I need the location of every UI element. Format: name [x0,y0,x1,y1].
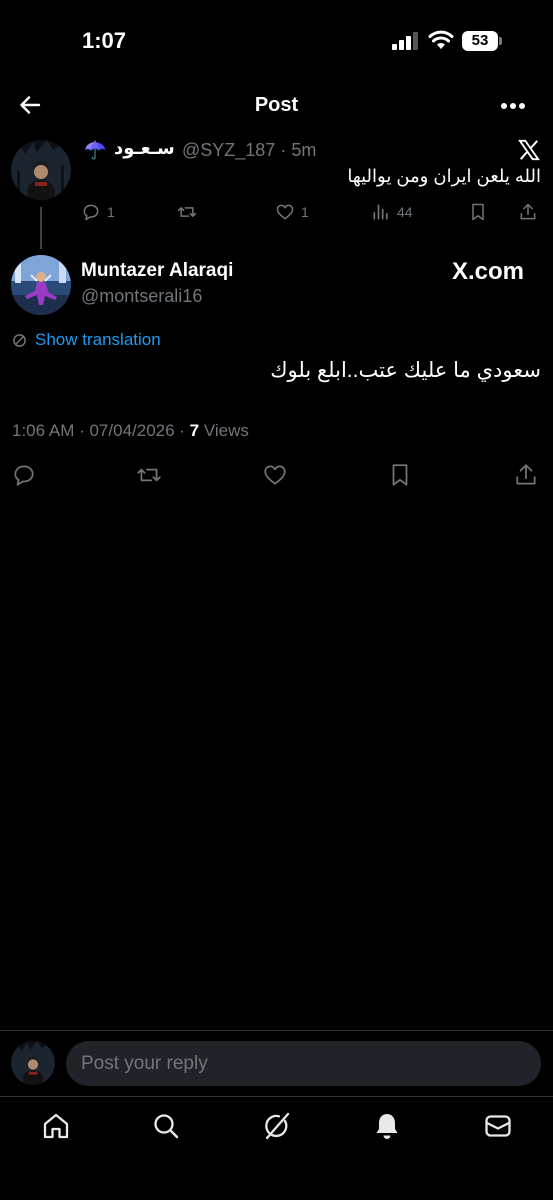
views-count[interactable]: 7 [190,421,199,440]
translate-icon [13,333,26,347]
share-button[interactable] [518,201,538,223]
views-label: Views [199,421,249,440]
battery-icon: 53 [462,31,502,51]
status-bar: 1:07 53 [0,0,553,80]
bottom-nav [0,1097,553,1200]
parent-post-text: الله يلعن ايران ومن يواليها [347,166,541,186]
page-title: Post [254,94,299,116]
cellular-signal-icon [392,32,418,50]
avatar[interactable] [11,255,71,315]
notifications-icon[interactable] [372,1111,402,1141]
status-time: 1:07 [82,28,127,53]
bookmark-button[interactable] [468,201,488,223]
home-icon[interactable] [41,1111,71,1141]
reply-icon [83,204,99,221]
show-translation-label: Show translation [35,330,161,349]
views-button[interactable]: 44 [371,201,413,223]
views-count: 44 [397,204,413,220]
reply-button[interactable]: 1 [81,201,115,223]
grok-icon[interactable] [262,1111,292,1141]
reply-input[interactable] [66,1041,541,1086]
like-count: 1 [301,204,309,220]
wifi-icon [428,30,454,49]
battery-level: 53 [471,32,489,49]
heart-icon[interactable] [262,462,288,488]
xcom-watermark: X.com [452,258,525,285]
messages-icon[interactable] [483,1111,513,1141]
more-horizontal-icon[interactable] [500,102,526,110]
parent-action-bar: 1 1 44 [0,201,553,223]
avatar[interactable] [11,1041,55,1085]
like-button[interactable]: 1 [275,201,309,223]
umbrella-emoji: ☂️ [84,140,107,160]
header: Post [0,80,553,130]
author-name[interactable]: Muntazer Alaraqi [81,260,233,282]
bookmark-icon [472,203,484,221]
divider [0,1030,553,1031]
x-logo-icon [518,139,540,161]
search-icon[interactable] [151,1111,181,1141]
bookmark-icon[interactable] [387,462,413,488]
post-timestamp: 1:06 AM · 07/04/2026 · [12,421,190,440]
reply-count: 1 [107,204,115,220]
parent-author-handle[interactable]: @SYZ_187 · 5m [182,140,316,161]
repost-icon[interactable] [136,462,162,488]
post-metadata: 1:06 AM · 07/04/2026 · 7 Views [12,421,249,441]
post-text: سعودي ما عليك عتب..ابلع بلوك [270,359,541,382]
author-handle[interactable]: @montserali16 [81,286,202,307]
repost-icon [177,207,197,217]
heart-icon [276,204,294,220]
avatar[interactable] [11,140,71,200]
reply-icon[interactable] [11,462,37,488]
repost-button[interactable] [177,201,197,223]
post-action-bar [0,462,553,488]
analytics-icon [373,204,388,220]
show-translation-button[interactable]: Show translation [12,330,161,350]
share-icon [520,203,536,220]
parent-author-name[interactable]: سـعـود [114,138,175,159]
share-icon[interactable] [513,462,539,488]
